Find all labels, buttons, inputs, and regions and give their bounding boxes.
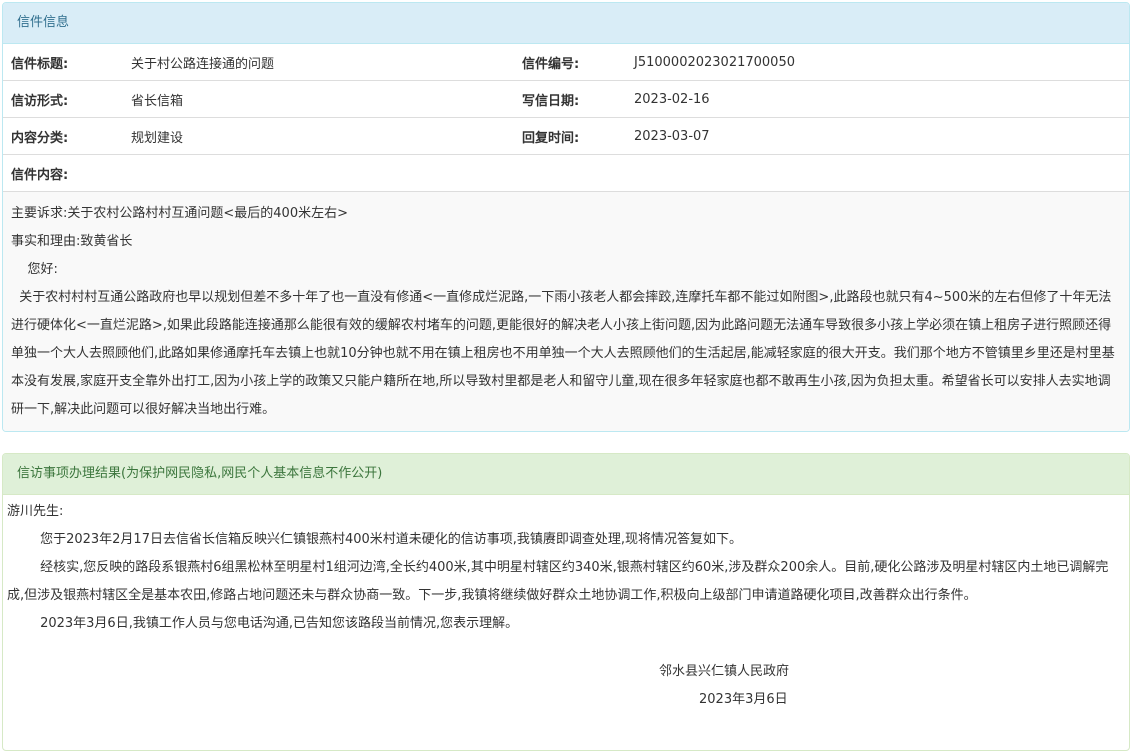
form-value: 省长信箱 [131, 80, 514, 118]
category-label: 内容分类: [3, 117, 131, 155]
letter-number-label: 信件编号: [514, 44, 634, 81]
reply-time-label: 回复时间: [514, 117, 634, 155]
letter-paragraph: 事实和理由:致黄省长 [11, 234, 133, 249]
letter-number-value: J5100002023021700050 [634, 44, 1129, 81]
letter-info-panel: 信件信息 信件标题: 关于村公路连接通的问题 信件编号: J5100002023… [2, 2, 1130, 432]
reply-paragraph: 您于2023年2月17日去信省长信箱反映兴仁镇银燕村400米村道未硬化的信访事项… [7, 532, 743, 547]
category-value: 规划建设 [131, 117, 514, 155]
reply-content: 游川先生: 您于2023年2月17日去信省长信箱反映兴仁镇银燕村400米村道未硬… [3, 495, 1129, 714]
table-row: 内容分类: 规划建设 回复时间: 2023-03-07 [3, 117, 1129, 155]
result-panel: 信访事项办理结果(为保护网民隐私,网民个人基本信息不作公开) 游川先生: 您于2… [2, 453, 1130, 751]
signature-block: 邻水县兴仁镇人民政府 2023年3月6日 [7, 658, 1121, 714]
table-row: 信件标题: 关于村公路连接通的问题 信件编号: J510000202302170… [3, 44, 1129, 81]
write-date-label: 写信日期: [514, 80, 634, 118]
letter-info-heading: 信件信息 [3, 3, 1129, 44]
letter-content: 主要诉求:关于农村公路村村互通问题<最后的400米左右> 事实和理由:致黄省长 … [3, 192, 1129, 431]
letter-paragraph: 主要诉求:关于农村公路村村互通问题<最后的400米左右> [11, 206, 348, 221]
reply-paragraph: 游川先生: [7, 504, 64, 519]
letter-paragraph: 关于农村村村互通公路政府也早以规划但差不多十年了也一直没有修通<一直修成烂泥路,… [11, 290, 1115, 417]
reply-paragraph: 2023年3月6日,我镇工作人员与您电话沟通,已告知您该路段当前情况,您表示理解… [7, 616, 519, 631]
table-row: 信件内容: [3, 154, 1129, 192]
subject-value: 关于村公路连接通的问题 [131, 44, 514, 81]
reply-time-value: 2023-03-07 [634, 117, 1129, 155]
signature-date: 2023年3月6日 [699, 692, 788, 707]
result-heading: 信访事项办理结果(为保护网民隐私,网民个人基本信息不作公开) [3, 454, 1129, 495]
reply-paragraph: 经核实,您反映的路段系银燕村6组黑松林至明星村1组河边湾,全长约400米,其中明… [7, 560, 1109, 603]
letter-paragraph: 您好: [11, 262, 58, 277]
subject-label: 信件标题: [3, 44, 131, 81]
signature: 邻水县兴仁镇人民政府 [659, 664, 790, 679]
letter-info-table: 信件标题: 关于村公路连接通的问题 信件编号: J510000202302170… [3, 44, 1129, 192]
content-label: 信件内容: [3, 154, 1129, 192]
table-row: 信访形式: 省长信箱 写信日期: 2023-02-16 [3, 80, 1129, 118]
form-label: 信访形式: [3, 80, 131, 118]
write-date-value: 2023-02-16 [634, 80, 1129, 118]
